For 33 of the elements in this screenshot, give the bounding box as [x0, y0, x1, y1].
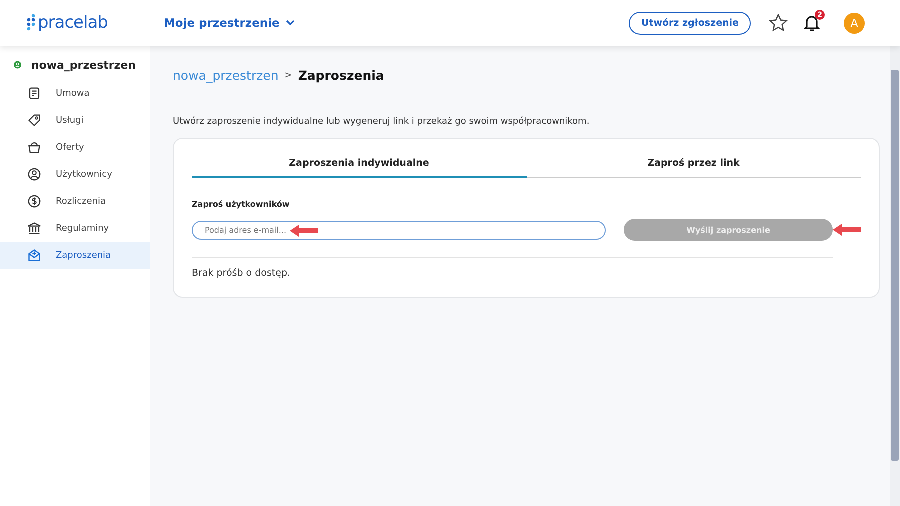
arrow-icon [290, 224, 318, 236]
sidebar-item[interactable]: Zaproszenia [0, 242, 150, 269]
tab[interactable]: Zaproszenia indywidualne [192, 149, 526, 178]
create-request-button[interactable]: Utwórz zgłoszenie [629, 12, 751, 34]
intro-text: Utwórz zaproszenie indywidualne lub wygeneruj link i przekaż go swoim współpracownikom. [173, 117, 591, 127]
bell-icon[interactable] [804, 14, 820, 32]
arrow-icon [833, 224, 861, 236]
sidebar-item[interactable]: Umowa [0, 80, 150, 107]
document-icon [27, 86, 42, 101]
email-field[interactable]: Podaj adres e-mail... [192, 220, 606, 240]
user-icon [27, 167, 42, 182]
dollar-icon [27, 194, 42, 209]
basket-icon [27, 140, 42, 155]
bank-icon [27, 221, 42, 236]
sidebar-item[interactable]: Rozliczenia [0, 188, 150, 215]
scrollbar-thumb[interactable] [891, 70, 899, 461]
sidebar-item[interactable]: Oferty [0, 134, 150, 161]
star-icon[interactable] [769, 14, 788, 32]
workspace-name[interactable]: nowa_przestrzen [31, 58, 136, 72]
field-label: Zaproś użytkowników [192, 200, 291, 209]
spaces-menu[interactable]: Moje przestrzenie [164, 16, 295, 30]
sidebar-item[interactable]: Regulaminy [0, 215, 150, 242]
tab[interactable]: Zaproś przez link [526, 149, 861, 178]
envelope-icon [27, 248, 42, 263]
sidebar-item[interactable]: Usługi [0, 107, 150, 134]
logo-text[interactable]: pracelab [38, 13, 108, 33]
tag-icon [27, 113, 42, 128]
sidebar-item[interactable]: Użytkownicy [0, 161, 150, 188]
page-title: Zaproszenia [298, 68, 384, 83]
breadcrumb-separator: > [284, 70, 292, 80]
empty-message: Brak próśb o dostęp. [192, 268, 292, 279]
logo-icon [27, 14, 36, 32]
chevron-down-icon [286, 20, 295, 26]
